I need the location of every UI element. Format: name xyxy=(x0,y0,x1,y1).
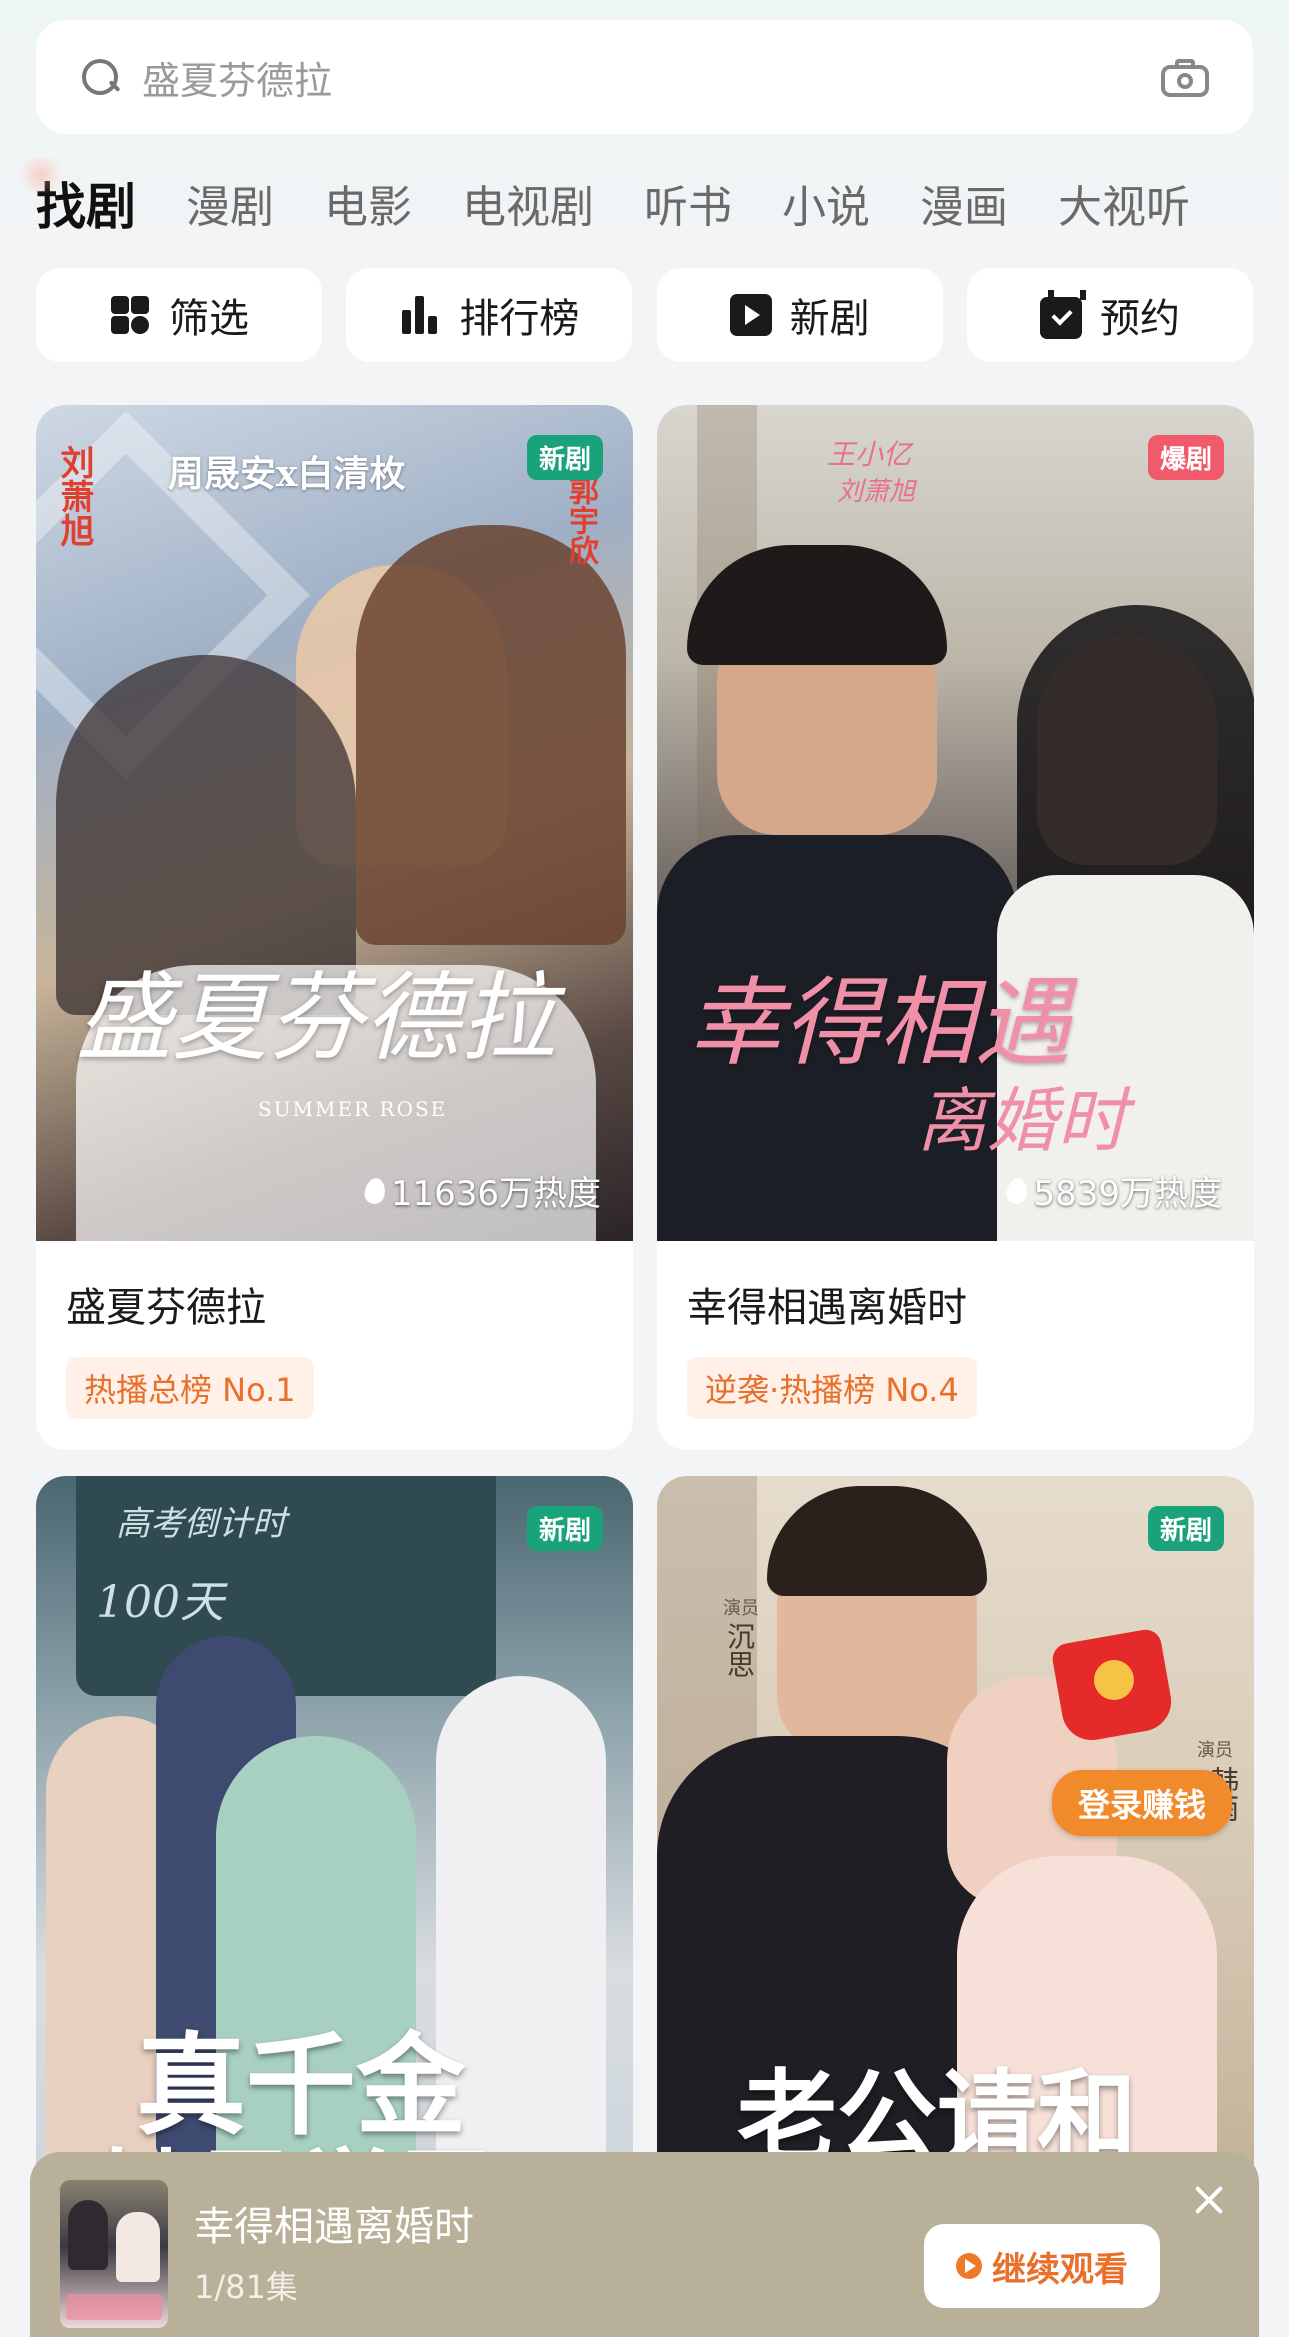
poster-title-line2: 离婚时 xyxy=(917,1080,1127,1162)
continue-label: 继续观看 xyxy=(992,2249,1128,2290)
poster[interactable]: 刘萧旭 周晟安x白清枚 郭宇欣 盛夏芬德拉 SUMMER ROSE 新剧 116… xyxy=(36,405,633,1241)
grid-icon xyxy=(109,294,151,336)
category-tabs: 找剧 漫剧 电影 电视剧 听书 小说 漫画 大视听 xyxy=(16,157,1276,239)
poster-cast-left: 刘萧旭 xyxy=(54,445,94,547)
poster-cast-2: 刘萧旭 xyxy=(837,477,916,507)
continue-watching-button[interactable]: 继续观看 xyxy=(924,2224,1160,2308)
flame-icon xyxy=(1005,1175,1030,1206)
poster-title: 盛夏芬德拉 xyxy=(76,962,556,1074)
tab-tv[interactable]: 电视剧 xyxy=(462,171,594,235)
filter-label: 筛选 xyxy=(169,296,249,342)
poster-actor1-role: 演员 xyxy=(723,1598,759,1619)
search-placeholder: 盛夏芬德拉 xyxy=(142,58,333,103)
tab-audiobook[interactable]: 听书 xyxy=(644,171,732,235)
tab-comic[interactable]: 漫画 xyxy=(920,171,1008,235)
poster-cast-1: 王小亿 xyxy=(827,438,912,471)
new-badge: 新剧 xyxy=(526,435,603,480)
drama-card[interactable]: 王小亿 刘萧旭 幸得相遇 离婚时 爆剧 5839万热度 幸得相遇离婚时 逆袭·热… xyxy=(657,405,1254,1450)
continue-title: 幸得相遇离婚时 xyxy=(194,2204,474,2250)
poster-board-text: 高考倒计时 xyxy=(116,1504,286,1544)
tab-find[interactable]: 找剧 xyxy=(16,157,136,239)
red-envelope-icon[interactable] xyxy=(1038,1627,1188,1766)
continue-watching-bar[interactable]: 幸得相遇离婚时 1/81集 继续观看 xyxy=(30,2152,1259,2337)
episode-progress: 1/81集 xyxy=(194,2268,298,2306)
play-icon xyxy=(729,294,772,336)
poster-title: 幸得相遇 xyxy=(687,967,1071,1079)
drama-title: 盛夏芬德拉 xyxy=(66,1285,266,1331)
poster[interactable]: 王小亿 刘萧旭 幸得相遇 离婚时 爆剧 5839万热度 xyxy=(657,405,1254,1241)
reserve-label: 预约 xyxy=(1099,296,1180,342)
play-icon xyxy=(956,2253,982,2279)
ranking-label: 排行榜 xyxy=(459,296,580,342)
search-bar[interactable]: 盛夏芬德拉 xyxy=(36,20,1253,134)
login-earn-button[interactable]: 登录赚钱 xyxy=(1051,1770,1232,1836)
tab-short-drama[interactable]: 漫剧 xyxy=(186,171,274,235)
tab-big-av[interactable]: 大视听 xyxy=(1058,171,1190,235)
poster-actor1-name: 沉思 xyxy=(723,1622,756,1678)
tab-novel[interactable]: 小说 xyxy=(782,171,870,235)
quick-actions: 筛选 排行榜 新剧 预约 xyxy=(36,268,1253,362)
close-icon[interactable] xyxy=(1191,2182,1227,2218)
calendar-icon xyxy=(1039,290,1086,339)
poster-days: 100天 xyxy=(96,1577,224,1628)
drama-thumbnail[interactable] xyxy=(60,2180,168,2328)
new-badge: 新剧 xyxy=(526,1506,603,1551)
heat-value: 11636万热度 xyxy=(390,1174,601,1214)
poster-subtitle: SUMMER ROSE xyxy=(258,1097,448,1121)
poster-cast-right: 郭宇欣 xyxy=(563,475,598,565)
heat-indicator: 5839万热度 xyxy=(1005,1166,1222,1215)
rank-tag: 热播总榜 No.1 xyxy=(66,1357,314,1419)
hot-badge: 爆剧 xyxy=(1147,435,1224,480)
tab-movie[interactable]: 电影 xyxy=(324,171,412,235)
chart-icon xyxy=(399,294,441,336)
new-drama-label: 新剧 xyxy=(789,296,870,342)
poster-cast-center: 周晟安x白清枚 xyxy=(168,453,406,495)
flame-icon xyxy=(362,1175,387,1206)
reserve-button[interactable]: 预约 xyxy=(966,268,1253,362)
filter-button[interactable]: 筛选 xyxy=(36,268,322,362)
search-icon xyxy=(80,57,120,97)
heat-indicator: 11636万热度 xyxy=(362,1166,601,1215)
new-badge: 新剧 xyxy=(1147,1506,1224,1551)
poster-actor2-role: 演员 xyxy=(1197,1740,1233,1761)
ranking-button[interactable]: 排行榜 xyxy=(346,268,633,362)
camera-icon[interactable] xyxy=(1161,57,1209,97)
heat-value: 5839万热度 xyxy=(1033,1174,1222,1214)
page: 盛夏芬德拉 找剧 漫剧 电影 电视剧 听书 小说 漫画 大视听 筛选 排行榜 新… xyxy=(0,0,1289,2337)
rank-tag: 逆袭·热播榜 No.4 xyxy=(687,1357,977,1419)
new-drama-button[interactable]: 新剧 xyxy=(656,268,943,362)
drama-card[interactable]: 刘萧旭 周晟安x白清枚 郭宇欣 盛夏芬德拉 SUMMER ROSE 新剧 116… xyxy=(36,405,633,1450)
drama-title: 幸得相遇离婚时 xyxy=(687,1285,967,1331)
